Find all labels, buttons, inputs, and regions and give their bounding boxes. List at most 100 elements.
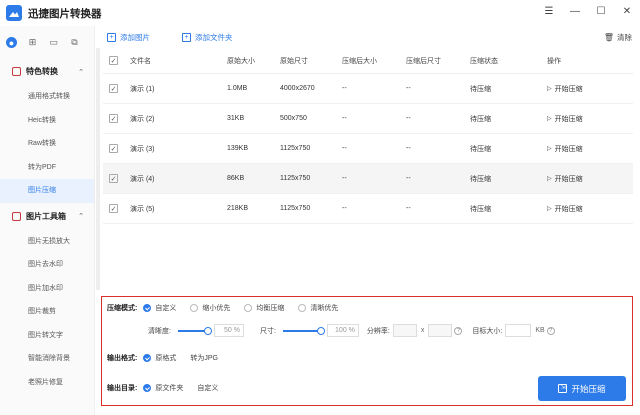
cell-filename: 演示 (4) — [130, 175, 155, 183]
table-row[interactable]: ✓ 演示 (3) 139KB 1125x750 -- -- 待压缩 ▷ 开始压缩 — [103, 134, 633, 164]
cell-orig-size: 86KB — [227, 175, 245, 182]
resolution-separator: x — [420, 327, 425, 334]
folder-icon[interactable]: ▭ — [48, 37, 59, 48]
row-start-button[interactable]: ▷ 开始压缩 — [547, 204, 633, 214]
format-jpg-radio[interactable]: 转为JPG — [190, 353, 218, 363]
resolution-height-input[interactable] — [428, 324, 453, 337]
size-value: 100 — [335, 327, 347, 334]
row-start-button[interactable]: ▷ 开始压缩 — [547, 114, 633, 124]
cell-new-size: -- — [342, 115, 347, 122]
sidebar-item-photo-restore[interactable]: 老照片修复 — [0, 371, 94, 395]
row-start-label: 开始压缩 — [554, 175, 583, 183]
mode-custom-radio[interactable]: 自定义 — [143, 303, 176, 313]
copy-icon[interactable]: ⧉ — [69, 37, 80, 48]
cell-filename: 演示 (5) — [130, 205, 155, 213]
format-jpg-label: 转为JPG — [190, 355, 218, 362]
sidebar-item-remove-watermark[interactable]: 图片去水印 — [0, 253, 94, 277]
table-row[interactable]: ✓ 演示 (5) 218KB 1125x750 -- -- 待压缩 ▷ 开始压缩 — [103, 194, 633, 224]
compress-params-row: 清晰度: 50 % 尺寸: 100 % 分辨率: x ? 目标大小: KB ? — [148, 324, 555, 337]
output-dir-label: 输出目录: — [107, 385, 138, 392]
clarity-label: 清晰度: — [148, 327, 171, 335]
row-checkbox[interactable]: ✓ — [109, 174, 118, 183]
clarity-slider[interactable] — [177, 326, 212, 335]
import-icon[interactable]: ⊞ — [27, 37, 38, 48]
settings-panel: 压缩模式: 自定义 缩小优先 均衡压缩 清晰优先 清晰度: 50 % 尺寸: 1… — [101, 296, 633, 406]
mode-balanced-radio[interactable]: 均衡压缩 — [244, 303, 284, 313]
col-header-status: 压缩状态 — [470, 57, 498, 65]
clear-button[interactable]: 🗑 清除 — [604, 32, 632, 43]
target-size-input[interactable] — [505, 324, 532, 337]
sidebar-scrollbar[interactable] — [96, 48, 100, 290]
col-header-filename: 文件名 — [130, 57, 151, 65]
format-original-radio[interactable]: 原格式 — [143, 353, 176, 363]
sidebar-item-remove-bg[interactable]: 智能消除背景 — [0, 347, 94, 371]
minimize-icon[interactable]: — — [568, 4, 582, 18]
sidebar-item-ocr[interactable]: 图片转文字 — [0, 324, 94, 348]
row-checkbox[interactable]: ✓ — [109, 144, 118, 153]
sidebar-group-toolbox[interactable]: 图片工具箱 ⌃ — [0, 203, 94, 230]
row-start-button[interactable]: ▷ 开始压缩 — [547, 144, 633, 154]
close-icon[interactable]: ✕ — [620, 4, 634, 18]
slider-knob[interactable] — [316, 326, 325, 335]
add-folder-button[interactable]: + 添加文件夹 — [182, 32, 233, 43]
cell-status: 待压缩 — [470, 115, 491, 123]
dir-custom-label: 自定义 — [197, 385, 219, 392]
maximize-icon[interactable]: ☐ — [594, 4, 608, 18]
size-slider[interactable] — [282, 326, 325, 335]
row-start-button[interactable]: ▷ 开始压缩 — [547, 84, 633, 94]
sidebar-group-special[interactable]: 特色转换 ⌃ — [0, 58, 94, 85]
add-folder-icon: + — [182, 32, 191, 42]
app-title: 迅捷图片转换器 — [28, 7, 102, 20]
sidebar-item-general-convert[interactable]: 通用格式转换 — [0, 85, 94, 109]
row-checkbox[interactable]: ✓ — [109, 204, 118, 213]
row-start-label: 开始压缩 — [554, 205, 583, 213]
cell-new-size: -- — [342, 145, 347, 152]
col-header-action: 操作 — [547, 57, 561, 65]
sidebar: ● ⊞ ▭ ⧉ 特色转换 ⌃ 通用格式转换 Heic转换 Raw转换 转为PDF… — [0, 26, 95, 415]
row-checkbox[interactable]: ✓ — [109, 84, 118, 93]
mode-smaller-radio[interactable]: 缩小优先 — [190, 303, 230, 313]
target-size-unit: KB — [535, 327, 545, 334]
resolution-width-input[interactable] — [392, 324, 417, 337]
sidebar-item-add-watermark[interactable]: 图片加水印 — [0, 277, 94, 301]
row-start-label: 开始压缩 — [554, 115, 583, 123]
help-icon[interactable]: ? — [454, 326, 463, 335]
sidebar-item-raw[interactable]: Raw转换 — [0, 132, 94, 156]
row-checkbox[interactable]: ✓ — [109, 114, 118, 123]
chevron-up-icon: ⌃ — [78, 68, 84, 76]
cell-orig-size: 1.0MB — [227, 85, 248, 92]
help-icon[interactable]: ? — [546, 326, 555, 335]
sidebar-item-crop[interactable]: 图片裁剪 — [0, 300, 94, 324]
sidebar-item-compress[interactable]: 图片压缩 — [0, 179, 94, 203]
table-row[interactable]: ✓ 演示 (4) 86KB 1125x750 -- -- 待压缩 ▷ 开始压缩 — [103, 164, 633, 194]
clarity-value-field[interactable]: 50 % — [213, 324, 244, 337]
sidebar-item-pdf[interactable]: 转为PDF — [0, 156, 94, 180]
table-row[interactable]: ✓ 演示 (1) 1.0MB 4000x2670 -- -- 待压缩 ▷ 开始压缩 — [103, 74, 633, 104]
slider-knob[interactable] — [203, 326, 212, 335]
clear-label: 清除 — [617, 32, 632, 42]
row-start-label: 开始压缩 — [554, 145, 583, 153]
radio-checked-icon — [143, 304, 152, 312]
dir-original-radio[interactable]: 原文件夹 — [143, 383, 183, 393]
sidebar-item-heic[interactable]: Heic转换 — [0, 109, 94, 133]
cell-new-dim: -- — [406, 85, 411, 92]
start-compress-button[interactable]: ⇲ 开始压缩 — [538, 376, 626, 401]
size-value-field[interactable]: 100 % — [326, 324, 359, 337]
sidebar-group-label: 图片工具箱 — [26, 211, 66, 221]
row-start-button[interactable]: ▷ 开始压缩 — [547, 174, 633, 184]
table-row[interactable]: ✓ 演示 (2) 31KB 500x750 -- -- 待压缩 ▷ 开始压缩 — [103, 104, 633, 134]
dir-custom-radio[interactable]: 自定义 — [197, 383, 218, 393]
cell-orig-dim: 1125x750 — [280, 145, 311, 152]
add-image-button[interactable]: + 添加图片 — [107, 32, 150, 43]
play-icon: ▷ — [547, 146, 552, 152]
menu-icon[interactable]: ☰ — [542, 4, 556, 18]
cell-new-size: -- — [342, 175, 347, 182]
sidebar-item-upscale[interactable]: 图片无损放大 — [0, 230, 94, 254]
toolbox-icon — [12, 211, 21, 221]
format-original-label: 原格式 — [155, 355, 177, 362]
select-all-checkbox[interactable]: ✓ — [109, 56, 118, 65]
file-table: ✓ 文件名 原始大小 原始尺寸 压缩后大小 压缩后尺寸 压缩状态 操作 ✓ 演示… — [103, 48, 633, 224]
home-icon[interactable]: ● — [6, 37, 17, 48]
cell-status: 待压缩 — [470, 85, 491, 93]
mode-clear-radio[interactable]: 清晰优先 — [298, 303, 338, 313]
